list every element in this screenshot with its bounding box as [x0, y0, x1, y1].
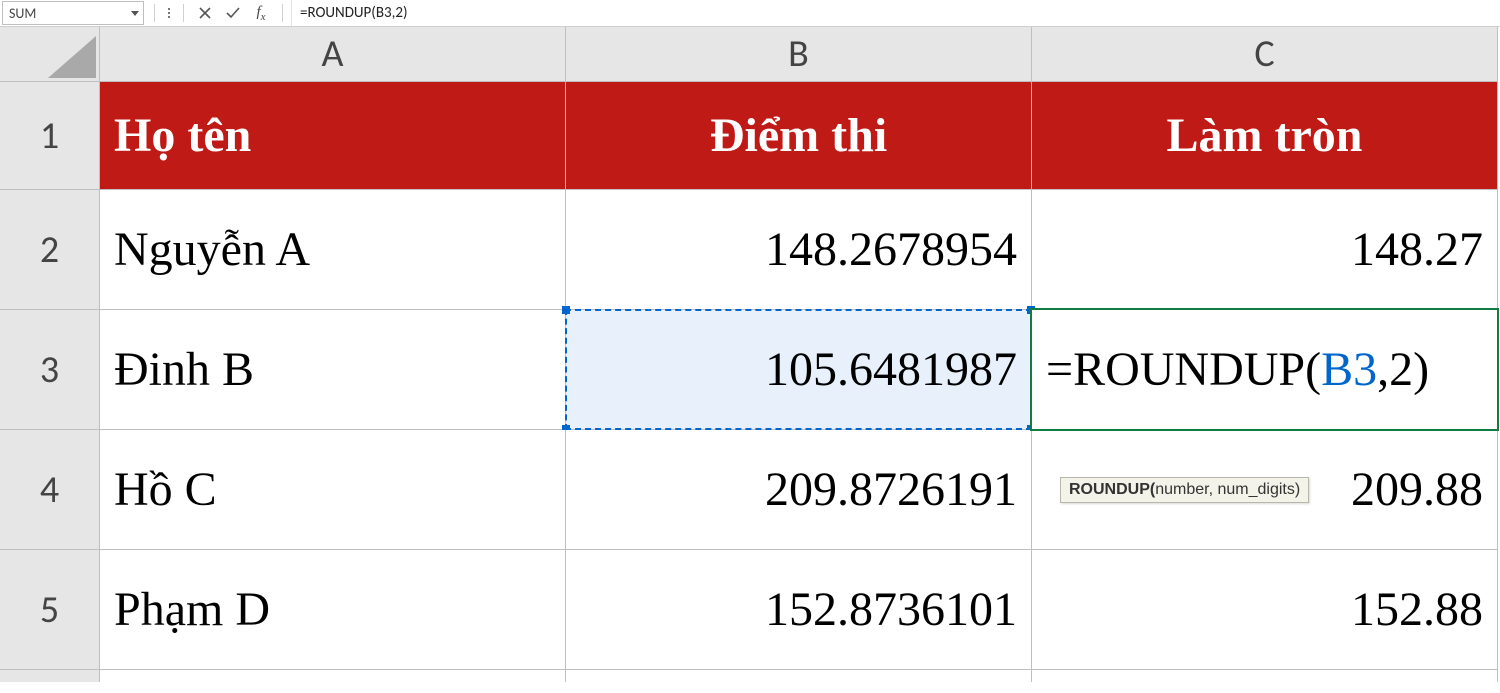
- cell-text: Đinh B: [114, 342, 254, 397]
- cell-A4[interactable]: Hồ C: [100, 430, 566, 550]
- cell-B2[interactable]: 148.2678954: [566, 190, 1032, 310]
- row-header-1[interactable]: 1: [0, 82, 100, 190]
- cell-A2[interactable]: Nguyễn A: [100, 190, 566, 310]
- function-tooltip: ROUNDUP(number, num_digits): [1060, 477, 1309, 503]
- cell-B6[interactable]: [566, 670, 1032, 682]
- table-row: 1 Họ tên Điểm thi Làm tròn: [0, 82, 1500, 190]
- row-header-2[interactable]: 2: [0, 190, 100, 310]
- cell-text: Phạm D: [114, 582, 270, 637]
- formula-input[interactable]: =ROUNDUP(B3,2): [291, 0, 1500, 26]
- name-box-value: SUM: [9, 5, 36, 22]
- cell-C6[interactable]: [1032, 670, 1498, 682]
- formula-ref-token: B3: [1321, 343, 1377, 396]
- column-headers: A B C: [0, 27, 1500, 82]
- insert-function-icon[interactable]: fx: [252, 4, 270, 22]
- cell-text: 148.27: [1351, 222, 1483, 277]
- formula-bar-buttons: fx: [146, 0, 291, 26]
- cell-text: 148.2678954: [765, 222, 1017, 277]
- cell-text: 152.88: [1351, 582, 1483, 637]
- separator: [183, 4, 184, 22]
- cell-A6[interactable]: [100, 670, 566, 682]
- cell-text: Hồ C: [114, 462, 217, 517]
- cell-B4[interactable]: 209.8726191: [566, 430, 1032, 550]
- row-header-5[interactable]: 5: [0, 550, 100, 670]
- column-header-C[interactable]: C: [1032, 27, 1498, 82]
- cell-C2[interactable]: 148.27: [1032, 190, 1498, 310]
- table-row: 3 Đinh B 105.6481987 =ROUNDUP(B3,2): [0, 310, 1500, 430]
- enter-icon[interactable]: [224, 4, 242, 22]
- column-header-B[interactable]: B: [566, 27, 1032, 82]
- formula-token: =ROUNDUP(: [1046, 343, 1321, 396]
- cancel-icon[interactable]: [196, 4, 214, 22]
- cell-C1[interactable]: Làm tròn: [1032, 82, 1498, 190]
- cell-B5[interactable]: 152.8736101: [566, 550, 1032, 670]
- table-row: 2 Nguyễn A 148.2678954 148.27: [0, 190, 1500, 310]
- cell-text: Nguyễn A: [114, 222, 310, 277]
- reference-handle[interactable]: [562, 306, 570, 314]
- cell-A1[interactable]: Họ tên: [100, 82, 566, 190]
- cell-C3[interactable]: =ROUNDUP(B3,2): [1032, 310, 1498, 430]
- drag-handle-icon[interactable]: [167, 8, 171, 18]
- row-header-4[interactable]: 4: [0, 430, 100, 550]
- formula-input-text: =ROUNDUP(B3,2): [300, 4, 408, 22]
- cell-text: Điểm thi: [710, 108, 887, 163]
- tooltip-fn-args: number, num_digits): [1155, 481, 1300, 498]
- name-box[interactable]: SUM: [2, 1, 144, 25]
- column-header-A[interactable]: A: [100, 27, 566, 82]
- spreadsheet-grid: A B C 1 Họ tên Điểm thi Làm tròn 2 Nguyễ…: [0, 27, 1500, 682]
- cell-A3[interactable]: Đinh B: [100, 310, 566, 430]
- row-header-3[interactable]: 3: [0, 310, 100, 430]
- table-row: 5 Phạm D 152.8736101 152.88: [0, 550, 1500, 670]
- table-row: [0, 670, 1500, 682]
- cell-B1[interactable]: Điểm thi: [566, 82, 1032, 190]
- cell-A5[interactable]: Phạm D: [100, 550, 566, 670]
- cell-text: Làm tròn: [1167, 108, 1363, 163]
- select-all-corner[interactable]: [0, 27, 100, 82]
- cell-text: 105.6481987: [765, 342, 1017, 397]
- cell-text: 209.88: [1351, 462, 1483, 517]
- formula-bar: SUM fx =ROUNDUP(B3,2): [0, 0, 1500, 27]
- cell-text: 152.8736101: [765, 582, 1017, 637]
- cell-B3[interactable]: 105.6481987: [566, 310, 1032, 430]
- chevron-down-icon[interactable]: [131, 11, 139, 16]
- cell-C5[interactable]: 152.88: [1032, 550, 1498, 670]
- cell-text: Họ tên: [114, 108, 251, 163]
- separator: [154, 4, 155, 22]
- formula-token: ,2): [1377, 343, 1429, 396]
- cell-formula-text: =ROUNDUP(B3,2): [1046, 342, 1429, 397]
- separator: [282, 4, 283, 22]
- cell-text: 209.8726191: [765, 462, 1017, 517]
- row-header-6[interactable]: [0, 670, 100, 682]
- tooltip-fn-name: ROUNDUP(: [1069, 481, 1155, 498]
